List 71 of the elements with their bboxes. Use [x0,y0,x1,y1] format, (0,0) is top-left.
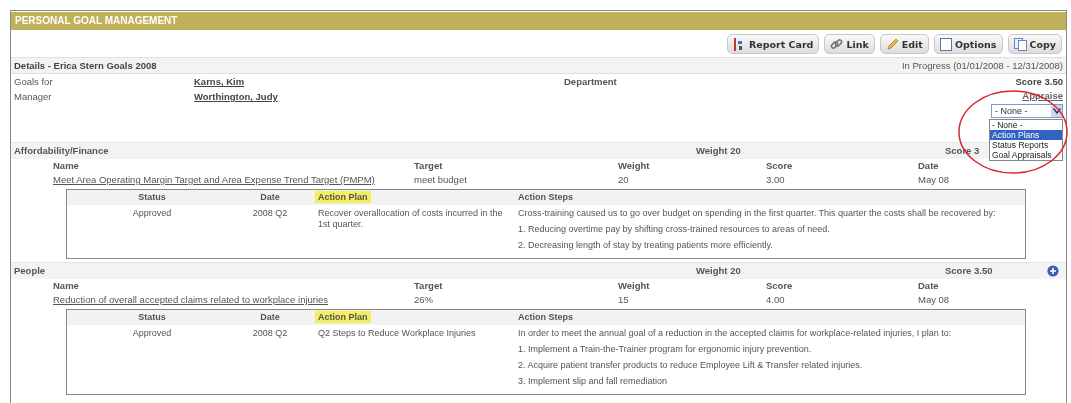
column-header: Name [53,279,79,293]
column-header: Target [414,159,443,173]
weight-text: Weight 20 [695,144,742,158]
column-header: Name [53,159,79,173]
column-header: Action Plan [315,311,371,323]
weight-text: Weight 20 [695,264,742,278]
column-header: Status [138,312,166,322]
goal-link[interactable]: Meet Area Operating Margin Target and Area Expense Trend Target (PMPM) [53,174,375,185]
column-header: Target [414,279,443,293]
table-cell: 2008 Q2 [252,328,288,338]
column-header: Weight [618,279,650,293]
page-icon [939,37,952,51]
table-cell: 20 [618,173,629,187]
section-title: Affordability/Finance [14,144,110,158]
action-step: 2. Acquire patient transfer products to reduce Employee Lift & Transfer related injuries. [518,360,1025,371]
table-cell: 26% [414,293,433,307]
toolbar-button[interactable]: Copy [1007,34,1062,54]
table-cell: 15 [618,293,629,307]
action-step: 1. Reducing overtime pay by shifting cross-trained resources to areas of need. [518,224,1025,235]
table-cell: 4.00 [766,293,785,307]
section-title: People [14,264,47,278]
dropdown-option[interactable]: Goal Appraisals [990,150,1062,160]
table-cell: May 08 [918,293,950,307]
plus-icon[interactable] [1047,265,1059,277]
column-header: Action Steps [518,192,573,202]
column-header: Action Steps [518,312,573,322]
person-link[interactable]: Worthington, Judy [194,90,394,104]
caret-icon [1052,108,1061,114]
toolbar-button[interactable]: Report Card [726,34,820,54]
column-header: Date [260,312,280,322]
action-step: In order to meet the annual goal of a reduction in the accepted claims for workplace-related injuries, I plan to: [518,328,1025,339]
table-cell: 3.00 [766,173,785,187]
copy-icon [1013,37,1027,51]
panel-title: PERSONAL GOAL MANAGEMENT [11,12,1066,30]
field-label: Manager [14,90,53,104]
dropdown-option[interactable]: Action Plans [990,130,1062,140]
details-title: Details - Erica Stern Goals 2008 [14,59,157,72]
goal-link[interactable]: Reduction of overall accepted claims related to workplace injuries [53,294,329,305]
table-cell: Approved [132,208,172,218]
chain-icon [830,37,844,51]
table-cell: May 08 [918,173,950,187]
action-step: 1. Implement a Train-the-Trainer program for ergonomic injury prevention. [518,344,1025,355]
column-header: Score [766,159,793,173]
column-header: Date [918,279,939,293]
score-text: Score 3.50 [945,264,994,278]
table-cell: Approved [132,328,172,338]
pencil-icon [885,37,899,51]
table-cell: Recover overallocation of costs incurred in the 1st quarter. [318,208,503,230]
column-header: Weight [618,159,650,173]
action-step: 2. Decreasing length of stay by treating patients more efficiently. [518,240,1025,251]
dropdown-option[interactable]: - None - [990,120,1062,130]
column-header: Date [918,159,939,173]
toolbar-button[interactable]: Options [933,34,1003,54]
column-header: Action Plan [315,191,371,203]
person-link[interactable]: Karns, Kim [194,75,394,89]
table-cell-text: Q2 Steps to Reduce Workplace Injuries [318,328,477,339]
action-step: Cross-training caused us to go over budget on spending in the first quarter. This quarter the costs shall be recovered by: [518,208,1025,219]
toolbar-button[interactable]: Link [824,34,875,54]
score-text: Score 3.50 [1015,75,1063,89]
department-label: Department [564,75,617,89]
toolbar-button[interactable]: Edit [879,34,929,54]
status-text: In Progress (01/01/2008 - 12/31/2008) [901,59,1063,72]
column-header: Status [138,192,166,202]
field-label: Goals for [14,75,54,89]
table-cell: 2008 Q2 [252,208,288,218]
column-header: Date [260,192,280,202]
appraise-select[interactable]: - None - [991,104,1063,118]
action-step: 3. Implement slip and fall remediation [518,376,1025,387]
dropdown-option[interactable]: Status Reports [990,140,1062,150]
column-header: Score [766,279,793,293]
table-cell: meet budget [414,173,467,187]
